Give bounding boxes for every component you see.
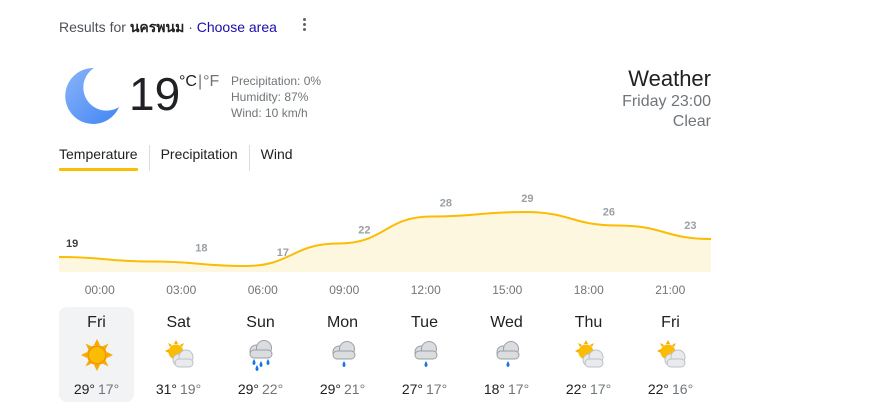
day-high: 27°	[401, 381, 423, 397]
hour-tick: 15:00	[492, 283, 523, 297]
day-card[interactable]: Thu 22° 17°	[551, 307, 626, 402]
day-temps: 27° 17°	[387, 381, 462, 397]
weather-details: Precipitation: 0% Humidity: 87% Wind: 10…	[231, 73, 321, 121]
day-card[interactable]: Wed 18° 17°	[469, 307, 544, 402]
more-options-icon[interactable]	[296, 16, 312, 36]
day-card[interactable]: Tue 27° 17°	[387, 307, 462, 402]
hour-tick: 06:00	[247, 283, 278, 297]
day-high: 31°	[155, 381, 177, 397]
day-card[interactable]: Sun 29° 22°	[223, 307, 298, 402]
current-temperature: 19	[129, 68, 181, 120]
temperature-label: 22	[358, 225, 370, 237]
day-high: 18°	[483, 381, 505, 397]
temperature-label: 23	[684, 220, 696, 232]
temperature-label: 18	[195, 243, 207, 255]
location-name: นครพนม	[129, 19, 185, 35]
tab-precipitation[interactable]: Precipitation	[148, 145, 249, 171]
celsius-unit[interactable]: °C	[179, 73, 197, 90]
day-low: 16°	[672, 381, 694, 397]
unit-separator: |	[197, 73, 203, 90]
temperature-label: 17	[277, 247, 289, 259]
day-low: 17°	[98, 381, 120, 397]
day-temps: 18° 17°	[469, 381, 544, 397]
day-temps: 29° 22°	[223, 381, 298, 397]
partly-cloudy-icon	[572, 338, 606, 372]
rain-icon	[408, 338, 442, 372]
day-name: Sun	[246, 314, 275, 331]
wind-text: Wind: 10 km/h	[231, 106, 308, 120]
temperature-area	[59, 212, 711, 272]
weather-title: Weather	[628, 66, 711, 91]
day-name: Thu	[574, 314, 603, 331]
day-high: 29°	[73, 381, 95, 397]
tab-temperature[interactable]: Temperature	[59, 145, 149, 171]
rain-icon	[490, 338, 524, 372]
hour-axis: 00:00 03:00 06:00 09:00 12:00 15:00 18:00 21:00	[59, 283, 711, 299]
day-temps: 22° 16°	[633, 381, 708, 397]
hour-tick: 21:00	[655, 283, 686, 297]
fahrenheit-unit[interactable]: °F	[203, 73, 219, 90]
day-temps: 22° 17°	[551, 381, 626, 397]
day-high: 29°	[319, 381, 341, 397]
temperature-label: 28	[440, 198, 452, 210]
unit-toggle: °C|°F	[179, 73, 219, 91]
day-card[interactable]: Fri 29° 17°	[59, 307, 134, 402]
precipitation-text: Precipitation: 0%	[231, 74, 322, 88]
humidity-text: Humidity: 87%	[231, 90, 309, 104]
day-card[interactable]: Sat 31° 19°	[141, 307, 216, 402]
day-low: 17°	[508, 381, 530, 397]
day-low: 17°	[426, 381, 448, 397]
day-name: Mon	[326, 314, 359, 331]
day-low: 21°	[344, 381, 366, 397]
hour-tick: 00:00	[84, 283, 115, 297]
day-low: 19°	[180, 381, 202, 397]
day-temps: 31° 19°	[141, 381, 216, 397]
day-low: 22°	[262, 381, 284, 397]
hour-tick: 12:00	[410, 283, 441, 297]
day-high: 22°	[647, 381, 669, 397]
rain-storm-icon	[244, 338, 278, 372]
choose-area-link[interactable]: Choose area	[197, 19, 277, 35]
location-line: Results for นครพนม · Choose area	[59, 17, 277, 39]
temperature-label: 26	[603, 207, 615, 219]
day-low: 17°	[590, 381, 612, 397]
day-name: Tue	[411, 314, 438, 331]
daily-forecast: Fri 29° 17° Sat 31° 19° Sun 29° 22° Mon 29° 21° Tue 2…	[59, 307, 715, 402]
results-prefix: Results for	[59, 19, 126, 35]
day-high: 29°	[237, 381, 259, 397]
rain-icon	[326, 338, 360, 372]
separator: ·	[188, 19, 193, 35]
hour-tick: 03:00	[166, 283, 197, 297]
day-name: Fri	[87, 314, 106, 331]
weather-condition: Clear	[672, 113, 711, 130]
temperature-label: 29	[521, 193, 533, 205]
day-name: Wed	[490, 314, 523, 331]
day-card[interactable]: Fri 22° 16°	[633, 307, 708, 402]
hour-tick: 09:00	[329, 283, 360, 297]
metric-tabs: Temperature Precipitation Wind	[59, 145, 304, 171]
day-card[interactable]: Mon 29° 21°	[305, 307, 380, 402]
tab-wind[interactable]: Wind	[248, 145, 304, 171]
day-temps: 29° 21°	[305, 381, 380, 397]
hour-tick: 18:00	[573, 283, 604, 297]
partly-cloudy-icon	[162, 338, 196, 372]
temperature-chart: 19 18 17 22 28 29 26 23	[59, 193, 711, 272]
sunny-icon	[80, 338, 114, 372]
day-name: Fri	[661, 314, 680, 331]
day-temps: 29° 17°	[59, 381, 134, 397]
day-name: Sat	[166, 314, 191, 331]
moon-icon	[65, 67, 119, 124]
partly-cloudy-icon	[654, 338, 688, 372]
day-high: 22°	[565, 381, 587, 397]
weather-time: Friday 23:00	[622, 93, 711, 110]
temperature-label: 19	[66, 238, 78, 250]
